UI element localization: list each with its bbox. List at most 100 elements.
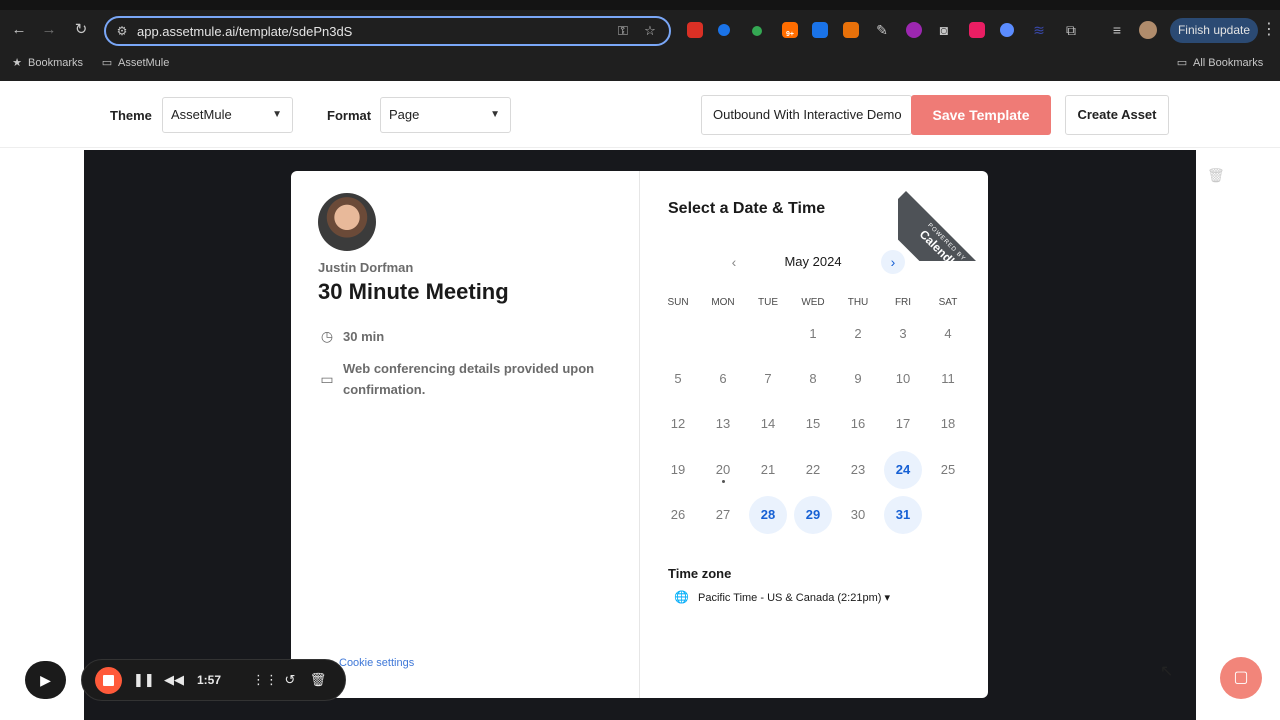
chevron-down-icon: ▼ (490, 109, 500, 120)
folder-icon: ▭ (1176, 57, 1188, 69)
calendar-day: 5 (674, 371, 682, 386)
event-title: 30 Minute Meeting (318, 279, 509, 304)
all-bookmarks[interactable]: ▭ All Bookmarks (1175, 55, 1264, 71)
color-wheel-extension-icon[interactable] (906, 22, 922, 38)
camera-toggle-icon[interactable]: ▶ (25, 661, 66, 699)
camera-extension-icon[interactable]: ◙ (934, 20, 954, 40)
reading-list-icon[interactable]: ≡ (1107, 20, 1127, 40)
delete-recording-icon[interactable]: 🗑 (308, 670, 328, 690)
calendar-day: 15 (805, 416, 821, 431)
stop-icon (103, 675, 114, 686)
save-template-button[interactable]: Save Template (911, 95, 1051, 135)
format-select[interactable]: Page ▼ (380, 97, 511, 133)
pause-icon[interactable]: ❚❚ (133, 670, 155, 690)
extension-icon[interactable] (969, 22, 985, 38)
zoom-extension-icon[interactable] (812, 22, 828, 38)
format-value: Page (389, 107, 420, 122)
extensions-puzzle-icon[interactable]: ⧉ (1061, 20, 1081, 40)
weekday-label: THU (847, 297, 869, 308)
calendar-day: 27 (715, 507, 731, 522)
timezone-label: Time zone (668, 566, 732, 581)
site-info-icon[interactable]: ⚙ (114, 23, 130, 39)
extension-icon[interactable] (1000, 23, 1014, 37)
address-bar[interactable]: ⚙ app.assetmule.ai/template/sdePn3dS ⚿ ☆ (104, 16, 671, 46)
calendar-day: 17 (895, 416, 911, 431)
extension-icon[interactable] (752, 26, 762, 36)
cookie-settings-link[interactable]: Cookie settings (339, 657, 414, 669)
month-label: May 2024 (784, 254, 842, 269)
calendar-heading: Select a Date & Time (668, 200, 826, 217)
weekday-label: TUE (758, 297, 778, 308)
clock-icon: ◷ (320, 328, 334, 344)
url-text: app.assetmule.ai/template/sdePn3dS (137, 24, 353, 39)
theme-value: AssetMule (171, 107, 232, 122)
theme-select[interactable]: AssetMule ▼ (162, 97, 293, 133)
calendar-day: 26 (670, 507, 686, 522)
host-name: Justin Dorfman (318, 260, 414, 275)
back-icon[interactable]: ← (9, 20, 29, 40)
card-divider (639, 171, 640, 698)
calendar-day: 2 (854, 326, 862, 341)
timezone-value: Pacific Time - US & Canada (2:21pm) (698, 592, 882, 604)
calendar-day: 20 (715, 462, 731, 477)
eyedropper-icon[interactable]: ✎ (872, 20, 892, 40)
calendar-day: 12 (670, 416, 686, 431)
create-asset-button[interactable]: Create Asset (1065, 95, 1169, 135)
profile-avatar[interactable] (1139, 21, 1157, 39)
calendar-day: 6 (719, 371, 727, 386)
calendar-day: 8 (809, 371, 817, 386)
format-label: Format (327, 108, 372, 123)
calendar-day: 3 (899, 326, 907, 341)
prev-month-button[interactable]: ‹ (722, 250, 746, 274)
chat-bubble-icon[interactable]: ▢ (1220, 657, 1262, 699)
password-key-icon[interactable]: ⚿ (614, 22, 632, 40)
weekday-label: FRI (894, 297, 912, 308)
metamask-extension-icon[interactable] (843, 22, 859, 38)
calendar-day-available[interactable]: 29 (794, 496, 832, 534)
theme-label: Theme (110, 108, 152, 123)
powered-by-ribbon[interactable]: POWERED BY Calendly (898, 171, 988, 261)
calendar-day: 22 (805, 462, 821, 477)
folder-icon: ▭ (101, 57, 113, 69)
chevron-down-icon: ▼ (272, 109, 282, 120)
calendar-day: 30 (850, 507, 866, 522)
bookmark-item[interactable]: ▭ AssetMule (100, 55, 170, 71)
stop-recording-button[interactable] (95, 667, 122, 694)
forward-icon[interactable]: → (39, 20, 59, 40)
calendar-day: 4 (944, 326, 952, 341)
browser-menu-icon[interactable]: ⋮ (1261, 20, 1277, 40)
calendar-day: 11 (941, 371, 955, 386)
trash-icon[interactable]: 🗑 (1207, 166, 1225, 184)
tab-strip (0, 0, 1280, 10)
next-month-button[interactable]: › (881, 250, 905, 274)
reload-icon[interactable]: ↻ (71, 20, 91, 40)
extension-icon[interactable]: ≋ (1029, 20, 1049, 40)
template-name-input[interactable]: Outbound With Interactive Demo (701, 95, 912, 135)
restart-icon[interactable]: ↺ (280, 670, 300, 690)
conferencing-details: Web conferencing details provided upon c… (343, 361, 595, 397)
calendar-day-available[interactable]: 31 (884, 496, 922, 534)
extension-icon[interactable] (687, 22, 703, 38)
grid-icon[interactable]: ⋮⋮ (252, 670, 278, 690)
globe-icon: 🌐 (674, 590, 689, 604)
calendar-day: 18 (940, 416, 956, 431)
weekday-label: WED (801, 297, 825, 308)
calendar-day: 16 (850, 416, 866, 431)
extension-icon[interactable] (718, 24, 730, 36)
today-indicator (722, 480, 725, 483)
calendar-day: 9 (854, 371, 862, 386)
rewind-icon[interactable]: ◀◀ (164, 670, 184, 690)
calendar-day: 21 (760, 462, 776, 477)
finish-update-button[interactable]: Finish update (1170, 18, 1258, 43)
timezone-select[interactable]: Pacific Time - US & Canada (2:21pm) ▾ (698, 591, 890, 604)
calendar-day: 19 (670, 462, 686, 477)
extension-badge-icon[interactable]: 9+ (782, 22, 798, 38)
bookmark-star-icon[interactable]: ☆ (641, 22, 659, 40)
extension-badge-count: 9+ (786, 31, 794, 38)
calendar-day-available[interactable]: 24 (884, 451, 922, 489)
mouse-cursor-icon: ↖ (1160, 663, 1174, 680)
bookmark-item[interactable]: ★ Bookmarks (10, 55, 83, 71)
calendar-day: 7 (764, 371, 772, 386)
event-duration: 30 min (343, 329, 385, 344)
calendar-day-available[interactable]: 28 (749, 496, 787, 534)
